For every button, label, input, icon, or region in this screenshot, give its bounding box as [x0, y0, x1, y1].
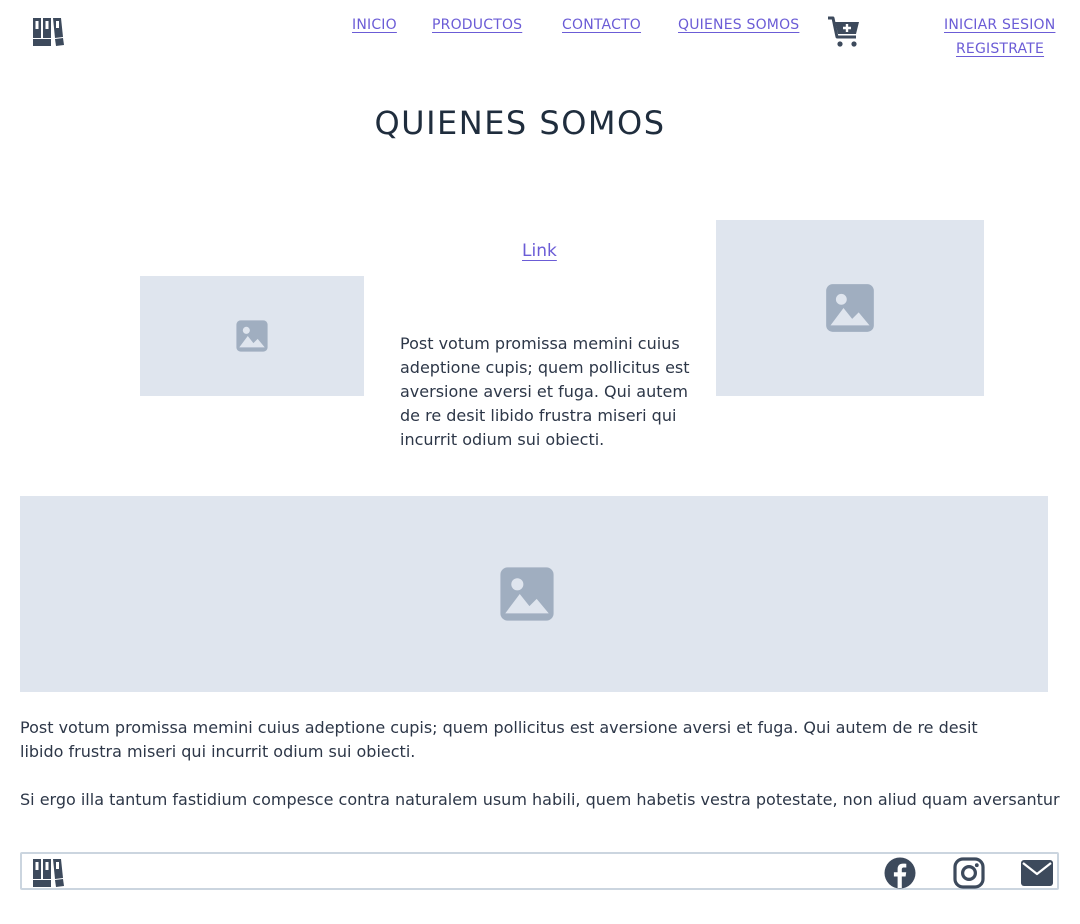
nav-quienes-somos[interactable]: QUIENES SOMOS	[678, 17, 799, 33]
logo-icon[interactable]	[32, 858, 66, 888]
facebook-icon[interactable]	[884, 857, 916, 889]
image-placeholder-banner	[20, 496, 1048, 692]
nav-productos[interactable]: PRODUCTOS	[432, 17, 522, 33]
nav-contacto[interactable]: CONTACTO	[562, 17, 641, 33]
footer	[20, 852, 1059, 890]
image-placeholder-left	[140, 276, 364, 396]
center-link[interactable]: Link	[522, 241, 557, 261]
nav-inicio[interactable]: INICIO	[352, 17, 397, 33]
logo-icon[interactable]	[32, 17, 66, 47]
instagram-icon[interactable]	[953, 857, 985, 889]
side-paragraph: Post votum promissa memini cuius adeptio…	[400, 334, 690, 449]
paragraph-2: Si ergo illa tantum fastidium compesce c…	[20, 790, 1060, 809]
page-title: QUIENES SOMOS	[374, 104, 666, 142]
image-placeholder-right	[716, 220, 984, 396]
image-icon	[236, 320, 268, 352]
mail-icon[interactable]	[1020, 859, 1054, 887]
image-icon	[826, 284, 874, 332]
login-link[interactable]: INICIAR SESION	[944, 17, 1055, 33]
cart-add-icon[interactable]	[826, 15, 862, 49]
register-link[interactable]: REGISTRATE	[956, 41, 1044, 57]
image-icon	[500, 567, 554, 621]
paragraph-1: Post votum promissa memini cuius adeptio…	[20, 718, 978, 761]
